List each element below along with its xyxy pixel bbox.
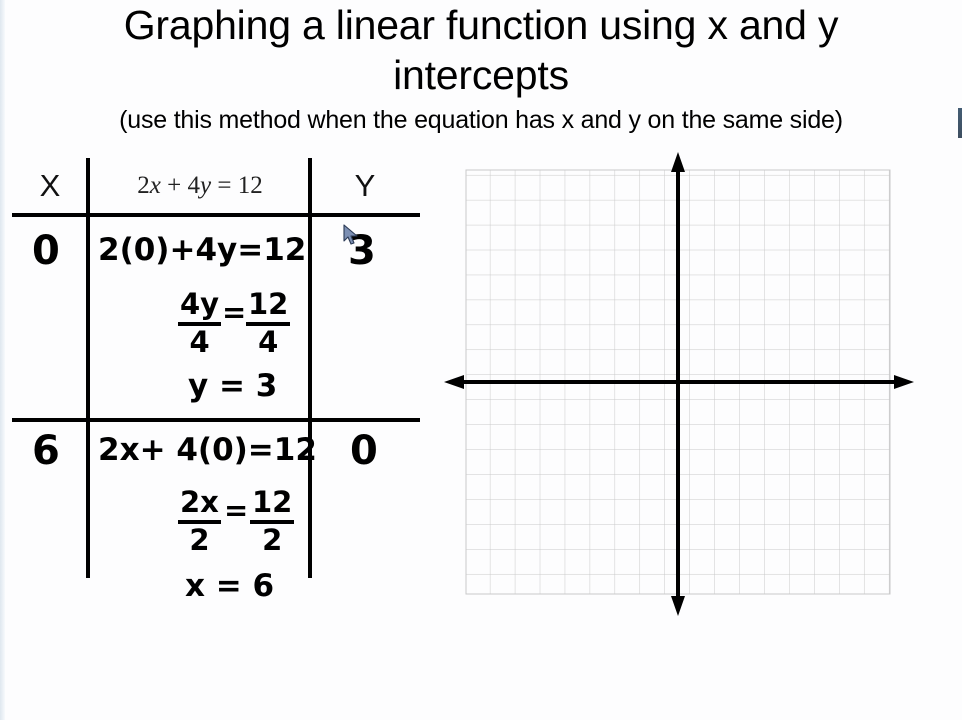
intercepts-table: X 2x + 4y = 12 Y 0 2(0)+4y=12 4y 4 = 12 … xyxy=(0,150,440,620)
equation-equals: = xyxy=(211,172,238,199)
row-1-y-value: 3 xyxy=(348,228,376,274)
table-header-divider xyxy=(12,213,420,217)
row-1-fraction-left-numerator: 4y xyxy=(180,287,220,321)
row-1-x-value: 0 xyxy=(32,228,60,274)
slide-canvas: Graphing a linear function using x and y… xyxy=(0,0,962,720)
row-2-fraction-right-numerator: 12 xyxy=(252,485,293,519)
page-subtitle: (use this method when the equation has x… xyxy=(119,106,843,134)
table-column-divider-left xyxy=(86,158,90,578)
table-header-equation: 2x + 4y = 12 xyxy=(90,172,310,200)
equation-coef-x: 2 xyxy=(137,172,150,199)
table-column-divider-right xyxy=(308,158,312,578)
row-2-fraction-left-denominator: 2 xyxy=(189,523,210,557)
row-1-work-equals: = xyxy=(222,295,247,329)
y-axis-arrow-up xyxy=(671,152,685,172)
row-2-y-value: 0 xyxy=(350,428,378,474)
row-2-work-fraction-right: 12 2 xyxy=(250,485,295,557)
row-2-fraction-left-numerator: 2x xyxy=(180,485,219,519)
equation-var-y: y xyxy=(200,172,212,199)
row-2-work-fraction-left: 2x 2 xyxy=(178,488,221,555)
row-2-fraction-right-denominator: 2 xyxy=(262,523,283,557)
row-2-work-equals: = xyxy=(224,493,249,527)
equation-coef-y: 4 xyxy=(187,172,201,199)
table-header-y: Y xyxy=(354,168,376,203)
row-1-fraction-right-denominator: 4 xyxy=(258,325,279,359)
row-1-work-step-3: y = 3 xyxy=(188,368,278,404)
row-2-x-value: 6 xyxy=(32,428,60,474)
x-axis-arrow-right xyxy=(894,375,914,389)
row-1-fraction-right-numerator: 12 xyxy=(248,287,289,321)
equation-constant: 12 xyxy=(237,172,263,199)
x-axis-arrow-left xyxy=(444,375,464,389)
table-header-x: X xyxy=(39,168,61,203)
title-block: Graphing a linear function using x and y… xyxy=(0,0,962,136)
equation-var-x: x xyxy=(149,172,161,199)
row-1-fraction-left-denominator: 4 xyxy=(189,325,210,359)
row-1-work-fraction-right: 12 4 xyxy=(246,287,291,359)
row-2-work-step-1: 2x+ 4(0)=12 xyxy=(98,432,317,468)
row-2-work-step-3: x = 6 xyxy=(185,568,275,604)
page-title-line-1: Graphing a linear function using x and y xyxy=(123,2,839,48)
row-1-work-step-1: 2(0)+4y=12 xyxy=(98,232,307,268)
coordinate-plane-svg xyxy=(444,152,914,616)
table-row-divider xyxy=(12,418,420,422)
page-title-line-2: intercepts xyxy=(393,52,569,98)
row-1-work-fraction-left: 4y 4 xyxy=(178,287,222,359)
coordinate-plane[interactable] xyxy=(440,150,920,630)
equation-plus: + xyxy=(160,172,188,199)
y-axis-arrow-down xyxy=(671,596,685,616)
